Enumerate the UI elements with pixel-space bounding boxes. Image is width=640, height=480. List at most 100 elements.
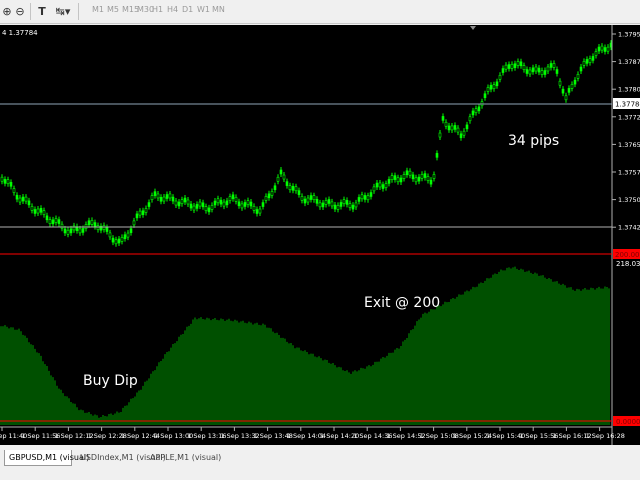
candle-body <box>27 200 31 206</box>
candle-body <box>519 61 523 67</box>
candle-body <box>30 206 34 211</box>
candle-body <box>21 196 25 202</box>
upper-level-label: 200.0000 <box>615 251 640 259</box>
candle-body <box>294 186 298 192</box>
candle-body <box>339 202 343 207</box>
candle-body <box>36 208 40 214</box>
candle-body <box>507 64 511 69</box>
candle-body <box>3 179 7 184</box>
candle-body <box>438 132 442 138</box>
candle-body <box>384 183 388 188</box>
candle-body <box>33 209 37 214</box>
candle-body <box>576 74 580 79</box>
timeframe-m5[interactable]: M5 <box>107 5 119 14</box>
candle-body <box>420 174 424 179</box>
candle-body <box>369 192 373 197</box>
objects-dropdown-icon[interactable]: ↹▾ <box>52 3 74 20</box>
candle-body <box>423 173 427 178</box>
candle-body <box>60 223 64 229</box>
timeframe-mn[interactable]: MN <box>212 5 225 14</box>
price-tick-label: 1.37500 <box>618 196 640 204</box>
exit-annotation[interactable]: Exit @ 200 <box>364 295 440 311</box>
candle-body <box>432 174 436 179</box>
candle-body <box>387 179 391 184</box>
candle-body <box>510 64 514 69</box>
timeframe-h1[interactable]: H1 <box>152 5 163 14</box>
candle-body <box>579 66 583 72</box>
candle-body <box>54 218 58 223</box>
candle-body <box>51 219 55 225</box>
candle-body <box>57 219 61 224</box>
candle-body <box>150 195 154 200</box>
candle-body <box>117 238 121 244</box>
candle-body <box>492 84 496 90</box>
candle-body <box>378 182 382 188</box>
zoom-out-icon[interactable]: ⊖ <box>14 3 26 20</box>
candle-body <box>390 175 394 180</box>
candle-body <box>348 203 352 208</box>
candle-body <box>495 81 499 87</box>
candle-body <box>381 184 385 189</box>
candle-body <box>186 199 190 205</box>
candle-body <box>585 59 589 64</box>
buy-dip-annotation[interactable]: Buy Dip <box>83 373 138 389</box>
price-tick-label: 1.37725 <box>618 113 640 121</box>
candle-body <box>240 203 244 209</box>
price-tick-label: 1.37950 <box>618 31 640 39</box>
candle-body <box>48 219 52 224</box>
shift-marker-icon[interactable] <box>470 26 476 30</box>
tab-apple[interactable]: APPLE,M1 (visual) <box>146 450 221 466</box>
candle-body <box>237 201 241 207</box>
candle-body <box>333 204 337 210</box>
candle-body <box>318 202 322 208</box>
tab-gbpusd[interactable]: GBPUSD,M1 (visual) <box>4 450 89 466</box>
font-icon[interactable]: T <box>35 3 49 20</box>
timeframe-h4[interactable]: H4 <box>167 5 178 14</box>
candle-body <box>606 46 610 52</box>
candle-body <box>18 197 22 203</box>
candle-body <box>303 198 307 204</box>
lower-level-label: 0.0000 <box>616 418 640 426</box>
candle-body <box>96 225 100 230</box>
indicator-histogram <box>0 266 610 425</box>
candle-body <box>213 200 217 206</box>
candle-body <box>306 197 310 203</box>
timeframe-w1[interactable]: W1 <box>197 5 210 14</box>
zoom-in-icon[interactable]: ⊕ <box>1 3 13 20</box>
candle-body <box>582 61 586 66</box>
candle-body <box>126 232 130 238</box>
candle-body <box>180 199 184 205</box>
chart-area[interactable]: 4 1.37784 1.379501.378751.378001.377251.… <box>0 25 640 445</box>
candle-body <box>567 88 571 93</box>
candle-body <box>204 206 208 211</box>
candle-body <box>12 188 16 193</box>
candle-body <box>597 46 601 52</box>
candle-body <box>135 213 139 219</box>
pips-annotation[interactable]: 34 pips <box>508 133 559 149</box>
candle-body <box>447 125 451 131</box>
candle-body <box>15 194 19 200</box>
chart-canvas[interactable]: 4 1.37784 1.379501.378751.378001.377251.… <box>0 25 640 445</box>
candle-body <box>465 124 469 130</box>
candle-body <box>282 174 286 180</box>
candle-body <box>324 200 328 205</box>
candle-body <box>528 69 532 75</box>
timeframe-d1[interactable]: D1 <box>182 5 193 14</box>
candle-body <box>234 197 238 202</box>
candle-body <box>42 210 46 215</box>
candle-body <box>249 201 253 207</box>
candle-body <box>108 232 112 238</box>
candle-body <box>66 229 70 235</box>
candle-body <box>516 61 520 66</box>
candle-body <box>168 193 172 199</box>
candle-body <box>345 200 349 205</box>
candle-body <box>393 175 397 180</box>
candle-body <box>6 179 10 185</box>
candle-body <box>357 197 361 202</box>
timeframe-m1[interactable]: M1 <box>92 5 104 14</box>
candle-body <box>252 206 256 211</box>
tab-usdindex[interactable]: USDIndex,M1 (visual) <box>76 450 166 466</box>
candle-body <box>555 69 559 74</box>
candle-body <box>276 176 280 182</box>
candle-body <box>210 205 214 210</box>
